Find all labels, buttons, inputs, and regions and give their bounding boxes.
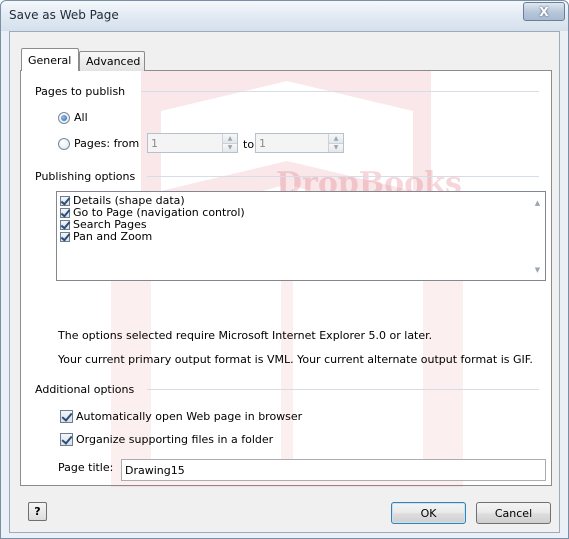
from-page-arrows[interactable]: ▲ ▼ [222,134,237,152]
scroll-down-icon[interactable]: ▼ [530,262,545,277]
checkbox-details[interactable] [60,196,70,206]
auto-open-checkbox[interactable] [60,410,73,423]
to-page-spinner[interactable]: 1 ▲ ▼ [255,133,344,153]
radio-all-button[interactable] [58,111,70,124]
from-page-value[interactable]: 1 [148,137,222,150]
tab-general-label: General [28,53,72,67]
close-icon: X [539,4,549,19]
to-label: to [243,138,255,151]
section-divider [147,176,539,177]
ok-button[interactable]: OK [391,502,466,524]
window-title: Save as Web Page [9,8,119,22]
to-page-value[interactable]: 1 [256,137,328,150]
radio-pages[interactable]: Pages: from [58,137,139,150]
ok-button-label: OK [420,506,437,520]
organize-files-checkbox[interactable] [60,433,73,446]
pages-to-publish-header: Pages to publish [35,84,125,98]
from-page-spinner[interactable]: 1 ▲ ▼ [147,133,238,153]
spin-up-icon[interactable]: ▲ [329,134,343,143]
list-scrollbar[interactable]: ▲ ▼ [530,192,545,280]
checkbox-search-pages[interactable] [60,220,70,230]
page-title-label: Page title: [58,461,114,474]
tab-general[interactable]: General [21,48,79,71]
page-title-label-row: Page title: [58,461,113,474]
scroll-up-icon[interactable]: ▲ [530,195,545,210]
title-bar[interactable]: Save as Web Page X [1,1,568,31]
list-item[interactable]: Pan and Zoom [57,231,545,243]
publishing-options-header: Publishing options [35,169,135,183]
auto-open-label: Automatically open Web page in browser [76,410,303,423]
radio-pages-label: Pages: from [74,137,140,150]
dialog-body: General Advanced DropBooks Pages to publ… [9,31,560,533]
help-button[interactable]: ? [28,502,47,521]
panel-content: Pages to publish All Pages: from 1 ▲ ▼ t… [21,71,551,485]
section-divider [141,91,539,92]
radio-all[interactable]: All [58,111,88,124]
radio-pages-button[interactable] [58,137,70,150]
section-divider [147,389,539,390]
additional-options-header: Additional options [35,382,134,396]
organize-files-option[interactable]: Organize supporting files in a folder [60,433,273,446]
cancel-button[interactable]: Cancel [476,502,551,524]
radio-all-label: All [74,111,88,124]
page-title-input[interactable]: Drawing15 [121,459,546,481]
additional-options-label: Additional options [35,382,135,396]
organize-files-label: Organize supporting files in a folder [76,433,274,446]
list-item-label: Pan and Zoom [73,230,153,243]
general-tab-panel: DropBooks Pages to publish All Pages: fr… [20,70,552,487]
page-title-value[interactable]: Drawing15 [125,464,185,477]
spin-down-icon[interactable]: ▼ [223,142,237,152]
requirement-note: The options selected require Microsoft I… [58,329,433,342]
to-page-arrows[interactable]: ▲ ▼ [328,134,343,152]
output-format-note: Your current primary output format is VM… [58,353,533,366]
help-icon: ? [34,505,41,518]
cancel-button-label: Cancel [494,506,533,520]
tab-advanced-label: Advanced [86,55,141,68]
spin-down-icon[interactable]: ▼ [329,142,343,152]
close-button[interactable]: X [523,2,565,21]
publishing-options-label: Publishing options [35,169,136,183]
spin-up-icon[interactable]: ▲ [223,134,237,143]
publishing-options-list[interactable]: Details (shape data) Go to Page (navigat… [56,191,546,281]
auto-open-option[interactable]: Automatically open Web page in browser [60,410,302,423]
checkbox-go-to-page[interactable] [60,208,70,218]
checkbox-pan-zoom[interactable] [60,232,70,242]
pages-to-publish-label: Pages to publish [35,84,126,98]
dialog-window: Save as Web Page X General Advanced Drop… [0,0,569,539]
tab-advanced[interactable]: Advanced [79,51,145,71]
